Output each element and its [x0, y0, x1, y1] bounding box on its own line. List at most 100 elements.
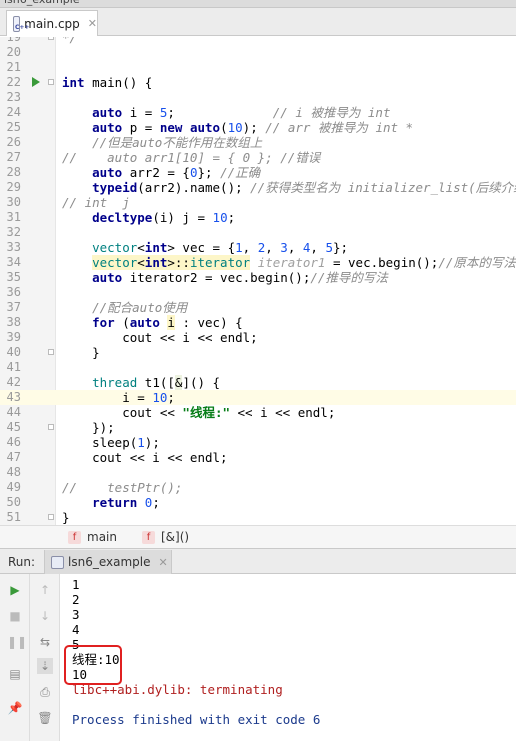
code-line[interactable]: 31 decltype(i) j = 10;	[0, 210, 516, 225]
run-config-name: lsn6_example	[68, 555, 151, 569]
code-text: vector<int>::iterator iterator1 = vec.be…	[92, 255, 516, 270]
scroll-up-icon[interactable]: ↑	[37, 582, 53, 598]
code-text: cout << "线程:" << i << endl;	[62, 405, 336, 420]
line-number: 45	[6, 420, 21, 434]
code-line[interactable]: 25 auto p = new auto(10); // arr 被推导为 in…	[0, 120, 516, 135]
fold-icon[interactable]	[48, 79, 54, 85]
fold-icon[interactable]	[48, 514, 54, 520]
console-toolbar-left: ▶ ■ ❚❚ ▤ 📌	[0, 574, 30, 741]
line-number: 19	[6, 37, 21, 44]
code-line[interactable]: 27 // auto arr1[10] = { 0 }; //错误	[0, 150, 516, 165]
breadcrumb-label: [&]()	[161, 530, 190, 544]
line-number: 21	[6, 60, 21, 74]
code-line[interactable]: 35 auto iterator2 = vec.begin();//推导的写法	[0, 270, 516, 285]
code-text: // testPtr();	[62, 480, 183, 495]
breadcrumb-function-main[interactable]: f main	[68, 530, 117, 544]
code-line[interactable]: 33 vector<int> vec = {1, 2, 3, 4, 5};	[0, 240, 516, 255]
code-breadcrumb: f main f [&]()	[0, 525, 516, 548]
code-line[interactable]: 22 int main() {	[0, 75, 516, 90]
code-text: auto arr2 = {0}; //正确	[92, 165, 261, 180]
code-text: vector<int> vec = {1, 2, 3, 4, 5};	[92, 240, 349, 255]
code-line[interactable]: 49 // testPtr();	[0, 480, 516, 495]
window-top-strip: lsn6_example	[0, 0, 516, 8]
fold-icon[interactable]	[48, 349, 54, 355]
code-text: });	[62, 420, 115, 435]
code-line[interactable]: 38 for (auto i : vec) {	[0, 315, 516, 330]
code-line[interactable]: 30 // int j	[0, 195, 516, 210]
code-line[interactable]: 37 //配合auto使用	[0, 300, 516, 315]
project-breadcrumb: lsn6_example	[4, 0, 80, 6]
run-config-icon	[51, 555, 64, 569]
scroll-to-end-icon[interactable]: ⇣	[37, 658, 53, 674]
code-line[interactable]: 43 i = 10;	[0, 390, 516, 405]
rerun-icon[interactable]: ▶	[7, 582, 23, 598]
code-line[interactable]: 51}	[0, 510, 516, 525]
code-text: //但是auto不能作用在数组上	[92, 135, 263, 150]
code-line[interactable]: 44 cout << "线程:" << i << endl;	[0, 405, 516, 420]
layout-icon[interactable]: ▤	[7, 666, 23, 682]
code-line[interactable]: 39 cout << i << endl;	[0, 330, 516, 345]
code-text: }	[62, 510, 70, 525]
code-line[interactable]: 46 sleep(1);	[0, 435, 516, 450]
console-output[interactable]: ▶ ■ ❚❚ ▤ 📌 ↑ ↓ ⇆ ⇣ ⎙ 🗑 1 2 3 4 5 线程:10 1…	[0, 574, 516, 741]
code-line[interactable]: 20	[0, 45, 516, 60]
soft-wrap-icon[interactable]: ⇆	[37, 634, 53, 650]
editor-tab-bar: C++ main.cpp ✕	[0, 8, 516, 36]
run-config-tab[interactable]: lsn6_example ✕	[44, 550, 172, 574]
line-number: 42	[6, 375, 21, 389]
function-icon: f	[142, 530, 155, 544]
line-number: 48	[6, 465, 21, 479]
fold-icon[interactable]	[48, 37, 54, 40]
print-icon[interactable]: ⎙	[37, 684, 53, 700]
line-number: 50	[6, 495, 21, 509]
code-text: typeid(arr2).name(); //获得类型名为 initialize…	[92, 180, 516, 195]
fold-icon[interactable]	[48, 424, 54, 430]
run-label: Run:	[8, 555, 36, 569]
pin-icon[interactable]: 📌	[7, 700, 23, 716]
code-line[interactable]: 41	[0, 360, 516, 375]
code-text: for (auto i : vec) {	[92, 315, 243, 330]
code-line[interactable]: 26 //但是auto不能作用在数组上	[0, 135, 516, 150]
code-line[interactable]: 36	[0, 285, 516, 300]
code-editor[interactable]: 19 */ 20 21 22 int main() {23 24 auto i = 5; /…	[0, 37, 516, 525]
line-number: 28	[6, 165, 21, 179]
code-text: }	[62, 345, 100, 360]
code-line[interactable]: 28 auto arr2 = {0}; //正确	[0, 165, 516, 180]
code-line[interactable]: 19 */	[0, 37, 516, 45]
scroll-down-icon[interactable]: ↓	[37, 608, 53, 624]
line-number: 36	[6, 285, 21, 299]
code-line[interactable]: 45 });	[0, 420, 516, 435]
run-gutter-icon[interactable]	[32, 77, 40, 87]
line-number: 22	[6, 75, 21, 89]
code-text: cout << i << endl;	[62, 330, 258, 345]
line-number: 30	[6, 195, 21, 209]
stop-icon[interactable]: ■	[7, 608, 23, 624]
code-line[interactable]: 42 thread t1([&]() {	[0, 375, 516, 390]
code-line[interactable]: 34 vector<int>::iterator iterator1 = vec…	[0, 255, 516, 270]
pause-icon[interactable]: ❚❚	[7, 634, 27, 650]
code-text: //配合auto使用	[92, 300, 188, 315]
line-number: 33	[6, 240, 21, 254]
code-line[interactable]: 32	[0, 225, 516, 240]
close-icon[interactable]: ✕	[88, 17, 97, 30]
line-number: 20	[6, 45, 21, 59]
line-number: 25	[6, 120, 21, 134]
tab-main-cpp[interactable]: C++ main.cpp ✕	[6, 10, 98, 36]
process-finished-line: Process finished with exit code 6	[72, 712, 321, 727]
code-line[interactable]: 29 typeid(arr2).name(); //获得类型名为 initial…	[0, 180, 516, 195]
code-line[interactable]: 21	[0, 60, 516, 75]
code-line[interactable]: 47 cout << i << endl;	[0, 450, 516, 465]
close-icon[interactable]: ✕	[158, 556, 167, 569]
code-line[interactable]: 40 }	[0, 345, 516, 360]
line-number: 41	[6, 360, 21, 374]
code-line[interactable]: 50 return 0;	[0, 495, 516, 510]
breadcrumb-function-lambda[interactable]: f [&]()	[142, 530, 189, 544]
line-number: 24	[6, 105, 21, 119]
code-text: int main() {	[62, 75, 153, 90]
code-text: // auto arr1[10] = { 0 }; //错误	[62, 150, 321, 165]
code-line[interactable]: 48	[0, 465, 516, 480]
code-line[interactable]: 23	[0, 90, 516, 105]
trash-icon[interactable]: 🗑	[37, 710, 53, 726]
code-text: */	[62, 37, 78, 45]
code-line[interactable]: 24 auto i = 5; // i 被推导为 int	[0, 105, 516, 120]
